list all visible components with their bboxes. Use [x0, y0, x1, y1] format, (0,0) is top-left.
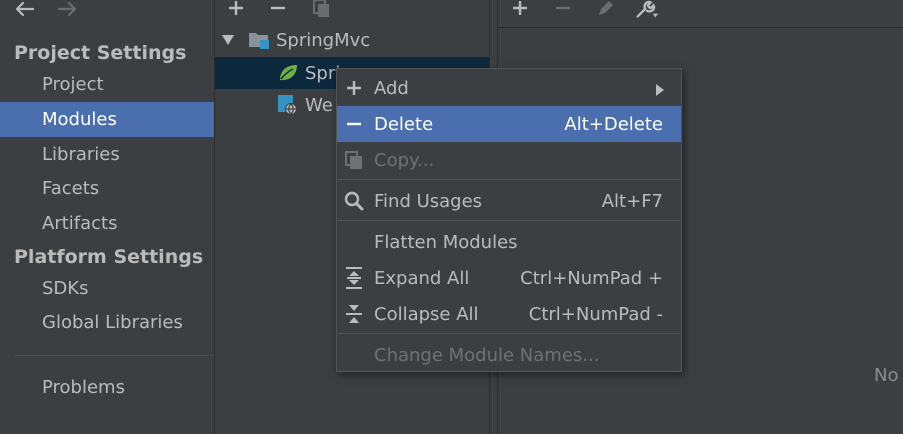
remove-icon[interactable] [550, 0, 576, 18]
tree-node-springmvc[interactable]: SpringMvc [215, 24, 489, 56]
platform-settings-header: Platform Settings [14, 246, 204, 268]
web-module-icon [276, 93, 300, 117]
menu-item-find-usages[interactable]: Find Usages Alt+F7 [337, 183, 681, 219]
back-arrow-icon[interactable] [12, 0, 36, 20]
shortcut-label: Alt+F7 [601, 190, 663, 212]
nav-item-libraries[interactable]: Libraries [0, 137, 214, 172]
menu-separator [338, 333, 680, 334]
submenu-arrow-icon [655, 81, 665, 102]
nav-item-project[interactable]: Project [0, 67, 214, 102]
nav-item-problems[interactable]: Problems [0, 370, 214, 405]
menu-separator [338, 220, 680, 221]
magnifier-icon [343, 190, 365, 212]
remove-icon[interactable] [265, 0, 291, 18]
nav-item-facets[interactable]: Facets [0, 171, 214, 206]
nav-item-global-libraries[interactable]: Global Libraries [0, 305, 214, 340]
minus-icon [343, 113, 365, 135]
menu-item-flatten-modules[interactable]: Flatten Modules [337, 224, 681, 260]
shortcut-label: Alt+Delete [564, 113, 663, 135]
toolbar-divider [498, 27, 903, 28]
add-icon[interactable] [507, 0, 533, 18]
nav-item-sdks[interactable]: SDKs [0, 271, 214, 306]
nav-item-modules[interactable]: Modules [0, 102, 214, 137]
expand-all-icon [343, 267, 365, 289]
menu-item-collapse-all[interactable]: Collapse All Ctrl+NumPad - [337, 296, 681, 332]
menu-item-delete[interactable]: Delete Alt+Delete [337, 106, 681, 142]
menu-item-copy[interactable]: Copy... [337, 142, 681, 178]
menu-item-change-module-names[interactable]: Change Module Names... [337, 337, 681, 373]
edit-pencil-icon[interactable] [592, 0, 618, 18]
tree-node-label: We [305, 94, 333, 116]
nav-item-artifacts[interactable]: Artifacts [0, 206, 214, 241]
copy-icon [343, 149, 365, 171]
copy-icon[interactable] [308, 0, 334, 18]
spring-leaf-icon [276, 61, 300, 85]
tree-node-label: Spri [305, 62, 341, 84]
add-icon[interactable] [223, 0, 249, 18]
wrench-dropdown-icon[interactable] [634, 0, 660, 18]
menu-item-add[interactable]: Add [337, 70, 681, 106]
shortcut-label: Ctrl+NumPad - [528, 303, 663, 325]
settings-sidebar: Project Settings Project Modules Librari… [0, 0, 214, 434]
tree-node-label: SpringMvc [276, 29, 371, 51]
shortcut-label: Ctrl+NumPad + [520, 267, 663, 289]
sidebar-divider [14, 355, 214, 356]
forward-arrow-icon[interactable] [56, 0, 80, 20]
menu-separator [338, 179, 680, 180]
module-folder-icon [247, 28, 271, 52]
expand-triangle-icon[interactable] [221, 34, 237, 46]
plus-icon [343, 77, 365, 99]
empty-state-text: No [874, 365, 899, 386]
project-settings-header: Project Settings [14, 42, 187, 64]
menu-item-expand-all[interactable]: Expand All Ctrl+NumPad + [337, 260, 681, 296]
context-menu: Add Delete Alt+Delete Copy... Find Usage… [336, 68, 682, 372]
collapse-all-icon [343, 303, 365, 325]
